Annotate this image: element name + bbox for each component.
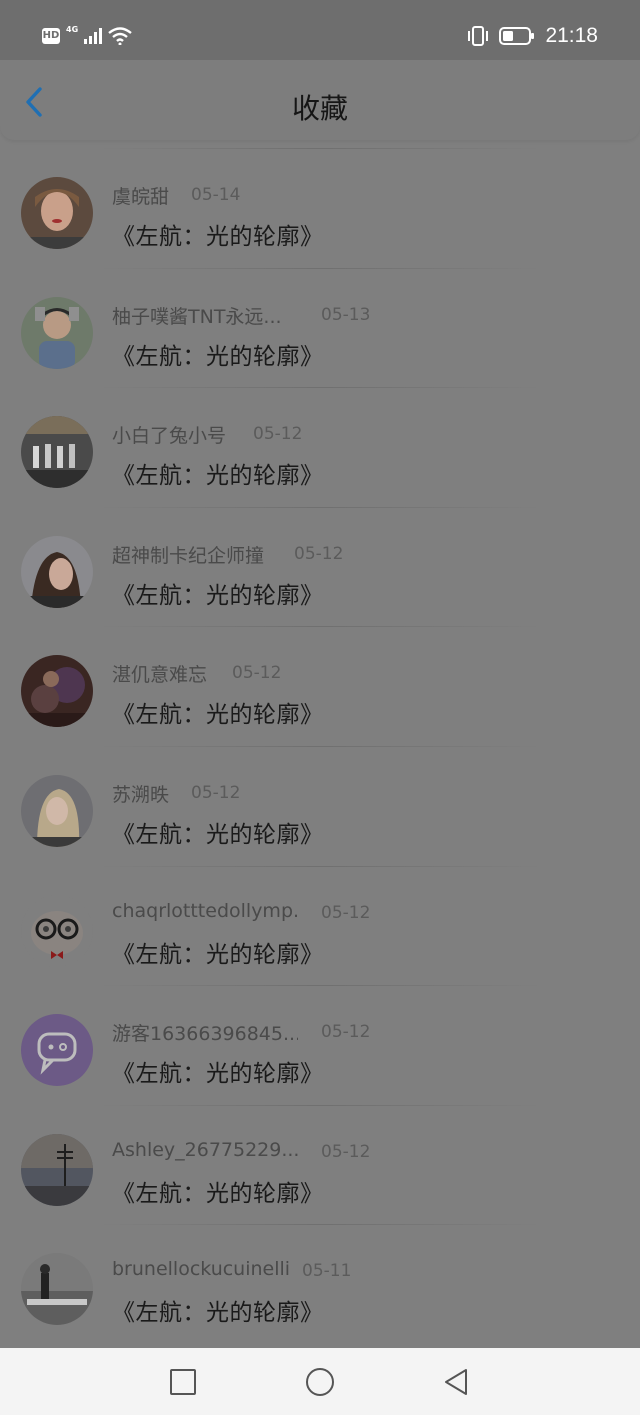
wifi-icon [108, 27, 132, 45]
date: 05-14 [191, 185, 241, 205]
network-label: 4G [66, 25, 79, 34]
clock: 21:18 [545, 24, 598, 47]
item-title[interactable]: 《左航：光的轮廓》 [112, 1293, 324, 1327]
divider [96, 1104, 544, 1106]
avatar[interactable] [21, 1014, 93, 1087]
favorites-list: 虞皖甜 05-14 《左航：光的轮廓》 柚子噗酱TNT永远... 05-13 《… [0, 148, 640, 1344]
status-bar: HD 4G 21:18 [0, 0, 640, 60]
username[interactable]: chaqrlotttedollymp... [112, 900, 298, 922]
divider [96, 865, 544, 867]
divider [96, 1224, 544, 1226]
avatar[interactable] [21, 296, 93, 369]
date: 05-11 [302, 1261, 352, 1282]
battery-icon [499, 27, 535, 45]
avatar[interactable] [21, 1253, 93, 1326]
item-title[interactable]: 《左航：光的轮廓》 [112, 576, 324, 610]
avatar[interactable] [21, 177, 93, 249]
navigation-bar [0, 1348, 640, 1415]
date: 05-12 [294, 543, 344, 564]
hd-badge: HD [42, 28, 60, 44]
avatar[interactable] [21, 774, 93, 847]
item-title[interactable]: 《左航：光的轮廓》 [112, 935, 324, 969]
date: 05-12 [191, 782, 241, 803]
username[interactable]: 苏溯昳 [112, 780, 169, 807]
date: 05-12 [321, 1022, 371, 1043]
vibrate-icon [468, 26, 489, 46]
avatar[interactable] [21, 416, 93, 489]
signal-icon [84, 28, 103, 44]
back-triangle-icon[interactable] [440, 1366, 472, 1398]
date: 05-12 [253, 424, 303, 445]
username[interactable]: Ashley_26775229... [112, 1139, 298, 1161]
username[interactable]: brunellockucuinelli [112, 1258, 290, 1280]
divider [96, 985, 544, 987]
divider [96, 506, 544, 508]
list-item[interactable]: 虞皖甜 05-14 《左航：光的轮廓》 [0, 148, 640, 268]
list-item[interactable]: 超神制卡纪企师撞 05-12 《左航：光的轮廓》 [0, 506, 640, 627]
list-item[interactable]: 游客16366396845... 05-12 《左航：光的轮廓》 [0, 985, 640, 1105]
home-circle-icon[interactable] [304, 1366, 336, 1398]
username[interactable]: 游客16366396845... [112, 1019, 298, 1046]
item-title[interactable]: 《左航：光的轮廓》 [112, 217, 324, 251]
username[interactable]: 虞皖甜 [112, 182, 169, 209]
avatar[interactable] [21, 655, 93, 728]
page-title: 收藏 [291, 92, 348, 125]
item-title[interactable]: 《左航：光的轮廓》 [112, 815, 324, 849]
avatar[interactable] [21, 894, 93, 967]
avatar[interactable] [21, 1133, 93, 1206]
username[interactable]: 小白了兔小号 [112, 421, 226, 448]
list-item[interactable]: chaqrlotttedollymp... 05-12 《左航：光的轮廓》 [0, 865, 640, 986]
list-item[interactable]: 湛仉意难忘 05-12 《左航：光的轮廓》 [0, 626, 640, 746]
username[interactable]: 柚子噗酱TNT永远... [112, 302, 282, 329]
divider [96, 745, 544, 747]
top-bar: 收藏 [0, 60, 640, 140]
recents-square-icon[interactable] [167, 1366, 199, 1398]
item-title[interactable]: 《左航：光的轮廓》 [112, 456, 324, 490]
status-right: 21:18 [467, 24, 598, 48]
username[interactable]: 湛仉意难忘 [112, 660, 207, 687]
item-title[interactable]: 《左航：光的轮廓》 [112, 1054, 324, 1088]
date: 05-13 [321, 304, 371, 325]
list-item[interactable]: brunellockucuinelli 05-11 《左航：光的轮廓》 [0, 1224, 640, 1344]
item-title[interactable]: 《左航：光的轮廓》 [112, 1174, 324, 1208]
avatar[interactable] [21, 535, 93, 608]
divider [96, 626, 544, 628]
list-item[interactable]: 小白了兔小号 05-12 《左航：光的轮廓》 [0, 387, 640, 507]
list-item[interactable]: 苏溯昳 05-12 《左航：光的轮廓》 [0, 745, 640, 866]
divider [96, 148, 544, 149]
username[interactable]: 超神制卡纪企师撞 [112, 541, 264, 568]
date: 05-12 [321, 902, 371, 923]
list-item[interactable]: 柚子噗酱TNT永远... 05-13 《左航：光的轮廓》 [0, 267, 640, 388]
date: 05-12 [321, 1141, 371, 1162]
divider [96, 387, 544, 389]
status-left: HD 4G [42, 25, 132, 45]
date: 05-12 [232, 663, 282, 684]
item-title[interactable]: 《左航：光的轮廓》 [112, 695, 324, 729]
list-item[interactable]: Ashley_26775229... 05-12 《左航：光的轮廓》 [0, 1104, 640, 1225]
item-title[interactable]: 《左航：光的轮廓》 [112, 337, 324, 371]
divider [96, 267, 544, 269]
